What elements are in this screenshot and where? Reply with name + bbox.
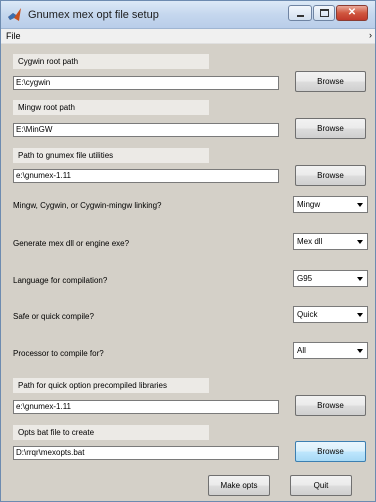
minimize-button[interactable] bbox=[288, 5, 312, 21]
processor-selected-value: All bbox=[297, 346, 306, 355]
linking-selected-value: Mingw bbox=[297, 200, 321, 209]
opts-file-browse-button[interactable]: Browse bbox=[295, 441, 366, 462]
compile-mode-select[interactable]: Quick bbox=[293, 306, 368, 323]
opts-file-field[interactable]: D:\rrqr\mexopts.bat bbox=[13, 446, 279, 460]
utilities-browse-button[interactable]: Browse bbox=[295, 165, 366, 186]
generate-label: Generate mex dll or engine exe? bbox=[13, 239, 130, 248]
chevron-down-icon bbox=[357, 203, 363, 207]
generate-select[interactable]: Mex dll bbox=[293, 233, 368, 250]
chevron-down-icon bbox=[357, 313, 363, 317]
utilities-path-field[interactable]: e:\gnumex-1.11 bbox=[13, 169, 279, 183]
quit-button[interactable]: Quit bbox=[290, 475, 352, 496]
window-title: Gnumex mex opt file setup bbox=[28, 9, 159, 21]
menu-file[interactable]: File bbox=[6, 31, 21, 41]
make-opts-button[interactable]: Make opts bbox=[208, 475, 270, 496]
linking-select[interactable]: Mingw bbox=[293, 196, 368, 213]
matlab-logo-icon bbox=[8, 8, 21, 21]
maximize-icon bbox=[320, 9, 329, 17]
settings-panel: Cygwin root path E:\cygwin Browse Mingw … bbox=[7, 46, 371, 497]
processor-label: Processor to compile for? bbox=[13, 349, 104, 358]
processor-select[interactable]: All bbox=[293, 342, 368, 359]
precompiled-path-field[interactable]: e:\gnumex-1.11 bbox=[13, 400, 279, 414]
minimize-icon bbox=[297, 15, 304, 17]
mingw-browse-button[interactable]: Browse bbox=[295, 118, 366, 139]
chevron-down-icon bbox=[357, 349, 363, 353]
precompiled-path-label: Path for quick option precompiled librar… bbox=[13, 378, 209, 393]
language-label: Language for compilation? bbox=[13, 276, 108, 285]
close-icon: ✕ bbox=[347, 7, 357, 18]
gnumex-window: Gnumex mex opt file setup ✕ File › Cygwi… bbox=[0, 0, 376, 502]
cygwin-root-label: Cygwin root path bbox=[13, 54, 209, 69]
title-bar[interactable]: Gnumex mex opt file setup ✕ bbox=[1, 1, 375, 29]
cygwin-root-field[interactable]: E:\cygwin bbox=[13, 76, 279, 90]
linking-label: Mingw, Cygwin, or Cygwin-mingw linking? bbox=[13, 201, 162, 210]
menu-overflow-arrow-icon[interactable]: › bbox=[369, 30, 372, 40]
menu-bar: File › bbox=[1, 29, 375, 44]
close-button[interactable]: ✕ bbox=[336, 5, 368, 21]
generate-selected-value: Mex dll bbox=[297, 237, 323, 246]
chevron-down-icon bbox=[357, 277, 363, 281]
chevron-down-icon bbox=[357, 240, 363, 244]
cygwin-browse-button[interactable]: Browse bbox=[295, 71, 366, 92]
mingw-root-label: Mingw root path bbox=[13, 100, 209, 115]
compile-mode-selected-value: Quick bbox=[297, 310, 318, 319]
opts-file-label: Opts bat file to create bbox=[13, 425, 209, 440]
language-select[interactable]: G95 bbox=[293, 270, 368, 287]
compile-mode-label: Safe or quick compile? bbox=[13, 312, 94, 321]
language-selected-value: G95 bbox=[297, 274, 313, 283]
maximize-button[interactable] bbox=[313, 5, 335, 21]
utilities-path-label: Path to gnumex file utilities bbox=[13, 148, 209, 163]
mingw-root-field[interactable]: E:\MinGW bbox=[13, 123, 279, 137]
precompiled-browse-button[interactable]: Browse bbox=[295, 395, 366, 416]
